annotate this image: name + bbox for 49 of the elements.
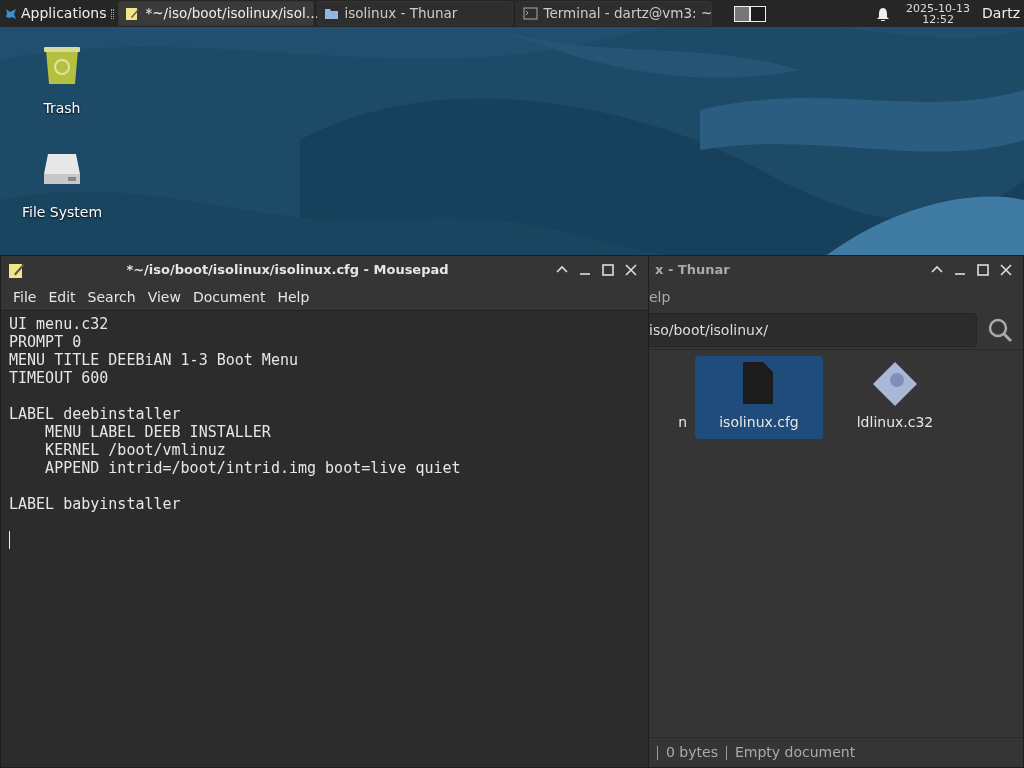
window-title: x - Thunar	[655, 261, 730, 280]
applications-menu-button[interactable]: Applications	[0, 0, 111, 27]
code-line: TIMEOUT 600	[9, 369, 110, 387]
notepad-icon[interactable]	[7, 261, 25, 279]
directory-entry[interactable]: isolinux.cfg	[695, 356, 823, 439]
folder-icon	[323, 6, 339, 21]
maximize-icon[interactable]	[974, 262, 991, 278]
notepad-icon	[124, 6, 140, 21]
menu-item[interactable]: elp	[649, 286, 677, 308]
user-menu-button[interactable]: Dartz	[978, 0, 1024, 27]
code-line: KERNEL /boot/vmlinuz	[44, 441, 227, 459]
text-editor[interactable]: UI menu.c32 PROMPT 0 MENU TITLE DEEBiAN 1-3 Boot Menu TIMEOUT 600 LABEL deebinstaller MENU LABEL DEEB INSTALLER KERNEL /boot/vmlinuz APPEND intrid=/boot/intrid.img boot=live quiet LABEL babyinstaller	[1, 310, 648, 767]
clock-date: 2025-10-13	[906, 2, 971, 14]
search-icon[interactable]	[987, 316, 1013, 343]
close-icon[interactable]	[997, 262, 1014, 278]
close-icon[interactable]	[622, 262, 639, 278]
taskbar-button[interactable]: Terminal - dartz@vm3: ~	[515, 1, 712, 26]
code-line: MENU LABEL DEEB INSTALLER	[44, 423, 272, 441]
location-field[interactable]: iso/boot/isolinux/	[649, 312, 977, 347]
separator-bar	[725, 745, 727, 760]
bell-icon[interactable]	[876, 6, 891, 21]
directory-entry[interactable]: n	[649, 356, 687, 439]
workspace-button[interactable]	[733, 5, 750, 22]
icon-label: Trash	[43, 99, 81, 118]
code-line: PROMPT 0	[9, 333, 83, 351]
menu-item[interactable]: Help	[271, 286, 316, 308]
terminal-icon	[522, 6, 538, 21]
menu-item[interactable]: Edit	[42, 286, 82, 308]
separator-handle	[110, 8, 114, 19]
status-text: Empty document	[734, 743, 856, 762]
code-line: LABEL babyinstaller	[9, 495, 182, 513]
diamond-gear-icon	[871, 360, 919, 408]
separator-bar	[657, 745, 658, 760]
menu-item[interactable]: View	[141, 286, 187, 308]
menu-item[interactable]: Document	[186, 286, 272, 308]
mouse-logo-icon	[4, 6, 18, 21]
maximize-icon[interactable]	[599, 262, 616, 278]
directory-entry[interactable]: ldlinux.c32	[831, 356, 959, 439]
code-line: APPEND intrid=/boot/intrid.img boot=live quiet	[44, 459, 462, 477]
window-title: *~/iso/boot/isolinux/isolinux.cfg - Mousepad	[125, 261, 450, 280]
status-text: 0 bytes	[666, 743, 718, 762]
code-line: MENU TITLE DEEBiAN 1-3 Boot Menu	[9, 351, 299, 369]
taskbar-button[interactable]: isolinux - Thunar	[316, 1, 513, 26]
menu-item[interactable]: Search	[81, 286, 142, 308]
code-line: UI menu.c32	[9, 315, 110, 333]
clock-time: 12:52	[921, 13, 955, 25]
code-line: LABEL deebinstaller	[9, 405, 182, 423]
icon-label: File System	[21, 203, 103, 222]
menu-item[interactable]: File	[7, 286, 43, 308]
